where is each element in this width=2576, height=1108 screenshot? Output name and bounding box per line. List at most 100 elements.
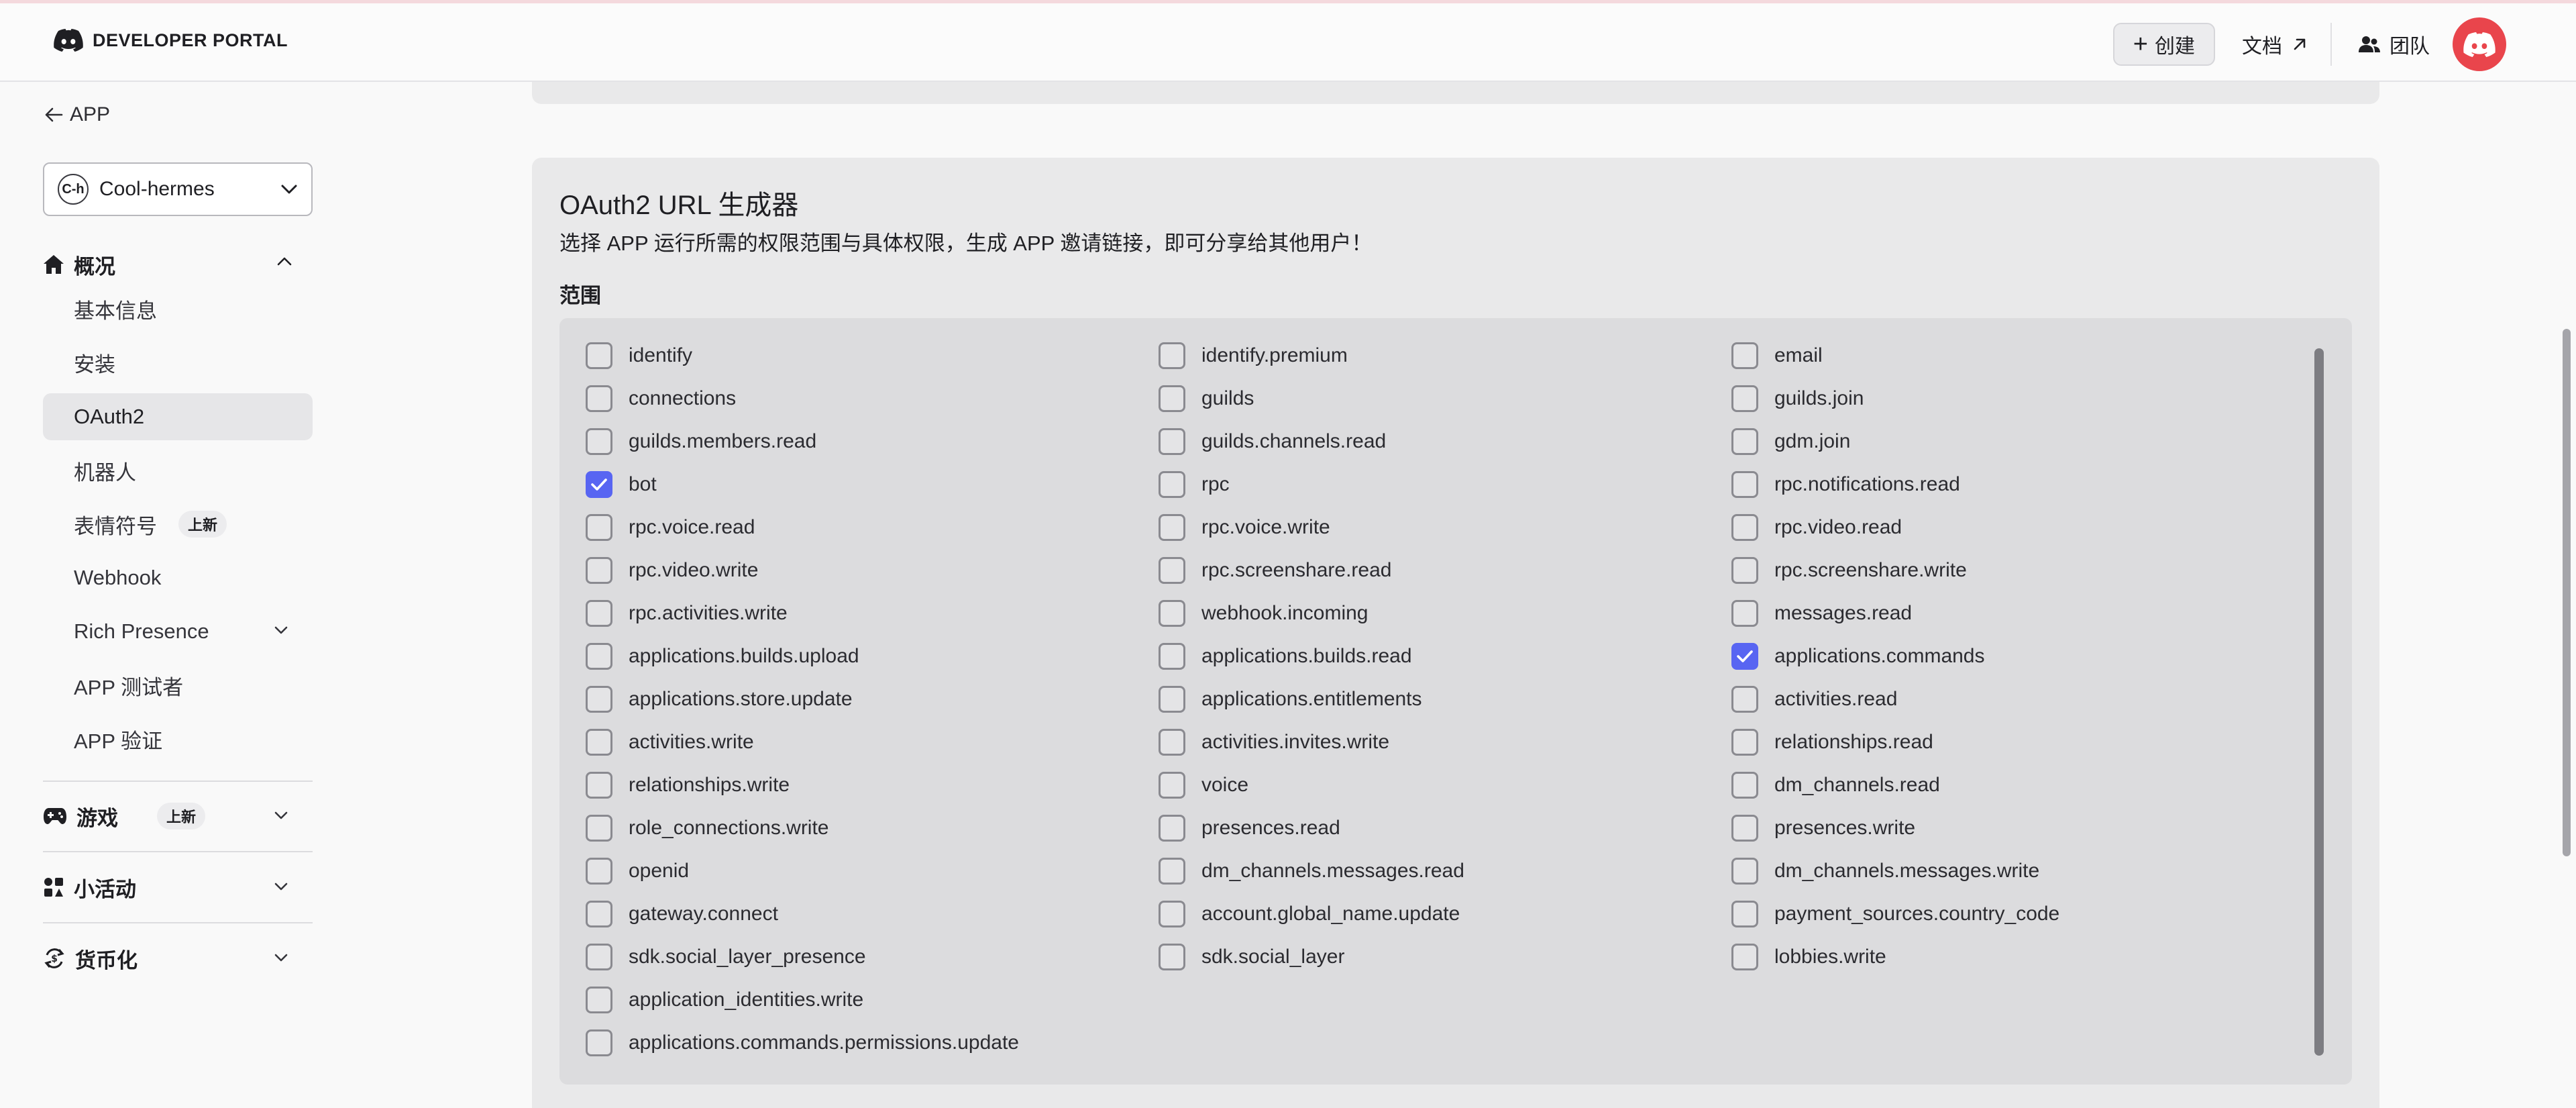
scope-checkbox[interactable] — [586, 729, 612, 756]
scope-checkbox[interactable] — [1159, 557, 1185, 584]
scope-checkbox[interactable] — [1731, 557, 1758, 584]
scope-item[interactable]: guilds — [1159, 377, 1254, 420]
docs-link[interactable]: 文档 — [2242, 30, 2308, 59]
scope-item[interactable]: guilds.channels.read — [1159, 420, 1386, 463]
scope-item[interactable]: rpc.video.write — [586, 549, 758, 592]
scope-checkbox[interactable] — [586, 1029, 612, 1056]
scopes-scrollbar[interactable] — [2314, 348, 2324, 1056]
scope-item[interactable]: webhook.incoming — [1159, 592, 1368, 635]
team-link[interactable]: 团队 — [2359, 30, 2430, 59]
scope-item[interactable]: openid — [586, 850, 689, 893]
sidebar-item-general-info[interactable]: 基本信息 — [43, 285, 313, 332]
scope-checkbox[interactable] — [1731, 342, 1758, 369]
scope-checkbox[interactable] — [586, 514, 612, 541]
sidebar-item-emojis[interactable]: 表情符号 上新 — [43, 501, 313, 548]
scope-item[interactable]: rpc.video.read — [1731, 506, 1902, 549]
scope-checkbox[interactable] — [1159, 471, 1185, 498]
scope-checkbox[interactable] — [1731, 428, 1758, 455]
scope-item[interactable]: application_identities.write — [586, 978, 863, 1021]
scope-checkbox[interactable] — [1731, 858, 1758, 885]
scope-item[interactable]: activities.invites.write — [1159, 721, 1389, 764]
scope-item[interactable]: presences.write — [1731, 807, 1915, 850]
scope-item[interactable]: sdk.social_layer_presence — [586, 936, 866, 978]
scope-item[interactable]: applications.store.update — [586, 678, 853, 721]
scope-item[interactable]: rpc.activities.write — [586, 592, 788, 635]
scope-item[interactable]: guilds.join — [1731, 377, 1864, 420]
scope-item[interactable]: bot — [586, 463, 657, 506]
create-button[interactable]: + 创建 — [2112, 23, 2215, 66]
scope-item[interactable]: activities.write — [586, 721, 754, 764]
sidebar-item-bot[interactable]: 机器人 — [43, 447, 313, 494]
sidebar-item-app-testers[interactable]: APP 测试者 — [43, 662, 313, 709]
scope-checkbox[interactable] — [586, 600, 612, 627]
scope-item[interactable]: guilds.members.read — [586, 420, 816, 463]
scope-checkbox[interactable] — [1731, 514, 1758, 541]
scope-checkbox[interactable] — [1159, 428, 1185, 455]
scope-item[interactable]: rpc.screenshare.read — [1159, 549, 1391, 592]
scope-item[interactable]: role_connections.write — [586, 807, 829, 850]
scope-checkbox[interactable] — [586, 643, 612, 670]
scope-item[interactable]: applications.builds.upload — [586, 635, 859, 678]
scope-checkbox[interactable] — [1159, 342, 1185, 369]
scope-checkbox[interactable] — [1159, 385, 1185, 412]
scope-checkbox[interactable] — [1731, 600, 1758, 627]
scope-checkbox[interactable] — [1159, 858, 1185, 885]
scope-checkbox[interactable] — [1159, 815, 1185, 842]
scope-item[interactable]: rpc.voice.write — [1159, 506, 1330, 549]
scope-checkbox[interactable] — [1731, 901, 1758, 927]
app-selector[interactable]: C-h Cool-hermes — [43, 162, 313, 216]
sidebar-item-oauth2[interactable]: OAuth2 — [43, 393, 313, 440]
scope-checkbox[interactable] — [586, 471, 612, 498]
scope-item[interactable]: sdk.social_layer — [1159, 936, 1344, 978]
scope-item[interactable]: rpc.notifications.read — [1731, 463, 1960, 506]
scope-item[interactable]: account.global_name.update — [1159, 893, 1460, 936]
scope-checkbox[interactable] — [1731, 772, 1758, 799]
scope-item[interactable]: applications.commands — [1731, 635, 1985, 678]
back-to-apps-link[interactable]: APP — [44, 103, 110, 126]
scope-item[interactable]: rpc.voice.read — [586, 506, 755, 549]
sidebar-item-rich-presence[interactable]: Rich Presence — [43, 608, 313, 655]
scope-item[interactable]: dm_channels.messages.read — [1159, 850, 1464, 893]
scope-item[interactable]: activities.read — [1731, 678, 1897, 721]
scope-checkbox[interactable] — [1731, 729, 1758, 756]
scope-checkbox[interactable] — [1159, 600, 1185, 627]
scope-checkbox[interactable] — [586, 944, 612, 970]
scope-checkbox[interactable] — [586, 901, 612, 927]
scope-item[interactable]: rpc.screenshare.write — [1731, 549, 1967, 592]
scope-item[interactable]: dm_channels.messages.write — [1731, 850, 2039, 893]
scope-item[interactable]: voice — [1159, 764, 1248, 807]
scope-checkbox[interactable] — [586, 686, 612, 713]
scope-item[interactable]: relationships.write — [586, 764, 790, 807]
scope-item[interactable]: messages.read — [1731, 592, 1912, 635]
scope-checkbox[interactable] — [586, 557, 612, 584]
scope-checkbox[interactable] — [1159, 643, 1185, 670]
user-avatar[interactable] — [2453, 17, 2506, 71]
scope-item[interactable]: gdm.join — [1731, 420, 1850, 463]
scope-checkbox[interactable] — [1731, 385, 1758, 412]
scope-item[interactable]: applications.entitlements — [1159, 678, 1422, 721]
scope-checkbox[interactable] — [1731, 944, 1758, 970]
scope-item[interactable]: presences.read — [1159, 807, 1340, 850]
scope-item[interactable]: gateway.connect — [586, 893, 778, 936]
scope-checkbox[interactable] — [1731, 643, 1758, 670]
scope-checkbox[interactable] — [586, 987, 612, 1013]
scope-item[interactable]: dm_channels.read — [1731, 764, 1940, 807]
scope-checkbox[interactable] — [1159, 686, 1185, 713]
sidebar-section-monetization[interactable]: $ 货币化 — [43, 938, 313, 978]
scope-item[interactable]: identify — [586, 334, 692, 377]
page-scrollbar[interactable] — [2563, 329, 2571, 856]
sidebar-item-installation[interactable]: 安装 — [43, 339, 313, 386]
scope-checkbox[interactable] — [586, 772, 612, 799]
scope-item[interactable]: applications.commands.permissions.update — [586, 1021, 1019, 1064]
scope-checkbox[interactable] — [586, 815, 612, 842]
sidebar-section-activities[interactable]: 小活动 — [43, 867, 313, 907]
scope-item[interactable]: email — [1731, 334, 1823, 377]
scope-checkbox[interactable] — [1731, 471, 1758, 498]
scope-item[interactable]: payment_sources.country_code — [1731, 893, 2059, 936]
scope-checkbox[interactable] — [1159, 772, 1185, 799]
scope-checkbox[interactable] — [586, 428, 612, 455]
scope-item[interactable]: relationships.read — [1731, 721, 1933, 764]
scope-item[interactable]: rpc — [1159, 463, 1230, 506]
scope-item[interactable]: connections — [586, 377, 736, 420]
scope-checkbox[interactable] — [586, 858, 612, 885]
